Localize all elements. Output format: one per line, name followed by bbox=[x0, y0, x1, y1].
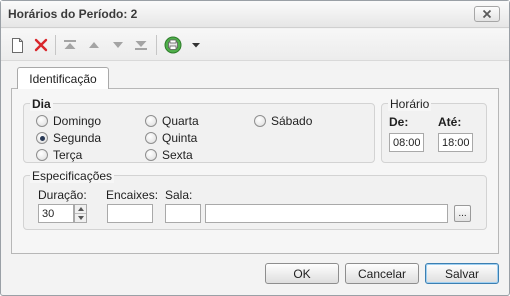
duracao-stepper[interactable] bbox=[74, 204, 87, 223]
radio-label: Sábado bbox=[271, 114, 313, 128]
move-first-button[interactable] bbox=[61, 36, 79, 54]
horario-legend: Horário bbox=[388, 97, 432, 111]
move-up-button[interactable] bbox=[85, 36, 103, 54]
tab-panel: Dia Domingo Segunda Terça Quarta Quinta … bbox=[11, 88, 499, 254]
radio-quarta[interactable]: Quarta bbox=[145, 114, 199, 128]
radio-domingo[interactable]: Domingo bbox=[36, 114, 101, 128]
duracao-field[interactable] bbox=[38, 204, 74, 223]
ate-label: Até: bbox=[438, 115, 462, 129]
radio-button[interactable] bbox=[36, 149, 48, 161]
stepper-down[interactable] bbox=[75, 214, 86, 222]
radio-button[interactable] bbox=[254, 115, 266, 127]
dia-legend: Dia bbox=[30, 97, 53, 111]
de-label: De: bbox=[389, 115, 409, 129]
encaixes-field[interactable] bbox=[107, 204, 153, 223]
move-last-icon bbox=[135, 41, 147, 50]
duracao-label: Duração: bbox=[38, 188, 87, 202]
de-time-field[interactable] bbox=[389, 133, 424, 152]
tab-content-area: Identificação Dia Domingo Segunda Terça bbox=[11, 67, 499, 254]
radio-sexta[interactable]: Sexta bbox=[145, 148, 193, 162]
especificacoes-group: Especificações Duração: Encaixes: Sala: … bbox=[23, 169, 487, 230]
title-bar: Horários do Período: 2 bbox=[1, 1, 509, 28]
dropdown-arrow-icon bbox=[192, 42, 200, 47]
new-button[interactable] bbox=[8, 36, 26, 54]
radio-label: Segunda bbox=[53, 131, 102, 145]
sala-label: Sala: bbox=[165, 188, 193, 202]
window-title: Horários do Período: 2 bbox=[8, 7, 138, 21]
ate-time-field[interactable] bbox=[438, 133, 473, 152]
new-document-icon bbox=[11, 37, 23, 53]
cancel-button[interactable]: Cancelar bbox=[345, 263, 419, 284]
radio-label: Sexta bbox=[162, 148, 193, 162]
chevron-down-icon bbox=[77, 216, 84, 220]
radio-segunda[interactable]: Segunda bbox=[36, 131, 101, 145]
print-button[interactable] bbox=[163, 36, 183, 54]
sala-browse-button[interactable]: ... bbox=[454, 205, 471, 222]
sala-name-field[interactable] bbox=[205, 204, 448, 223]
radio-button[interactable] bbox=[36, 115, 48, 127]
move-first-icon bbox=[64, 40, 76, 49]
save-button[interactable]: Salvar bbox=[425, 263, 499, 284]
radio-button[interactable] bbox=[145, 115, 157, 127]
radio-label: Quarta bbox=[162, 114, 199, 128]
print-icon bbox=[164, 36, 182, 54]
radio-label: Terça bbox=[53, 148, 83, 162]
print-dropdown-button[interactable] bbox=[190, 36, 202, 54]
especificacoes-legend: Especificações bbox=[30, 169, 115, 183]
close-icon bbox=[482, 9, 492, 19]
toolbar-separator bbox=[55, 35, 56, 55]
radio-label: Quinta bbox=[162, 131, 198, 145]
toolbar bbox=[1, 29, 509, 61]
delete-button[interactable] bbox=[32, 36, 50, 54]
radio-quinta[interactable]: Quinta bbox=[145, 131, 197, 145]
radio-terca[interactable]: Terça bbox=[36, 148, 82, 162]
chevron-up-icon bbox=[77, 207, 84, 211]
close-button[interactable] bbox=[474, 6, 500, 22]
ok-button[interactable]: OK bbox=[265, 263, 339, 284]
stepper-up[interactable] bbox=[75, 205, 86, 214]
radio-sabado[interactable]: Sábado bbox=[254, 114, 312, 128]
radio-button[interactable] bbox=[145, 149, 157, 161]
move-down-button[interactable] bbox=[109, 36, 127, 54]
delete-x-icon bbox=[34, 38, 48, 52]
radio-button[interactable] bbox=[145, 132, 157, 144]
dia-group: Dia Domingo Segunda Terça Quarta Quinta … bbox=[23, 97, 375, 163]
move-last-button[interactable] bbox=[132, 36, 150, 54]
move-down-icon bbox=[113, 42, 123, 48]
radio-label: Domingo bbox=[53, 114, 102, 128]
sala-code-field[interactable] bbox=[165, 204, 201, 223]
dialog-window: Horários do Período: 2 Identificação Dia… bbox=[0, 0, 510, 296]
tab-identificacao[interactable]: Identificação bbox=[17, 67, 109, 89]
move-up-icon bbox=[89, 42, 99, 48]
horario-group: Horário De: Até: bbox=[381, 97, 487, 163]
radio-button[interactable] bbox=[36, 132, 48, 144]
toolbar-separator bbox=[156, 35, 157, 55]
encaixes-label: Encaixes: bbox=[106, 188, 159, 202]
